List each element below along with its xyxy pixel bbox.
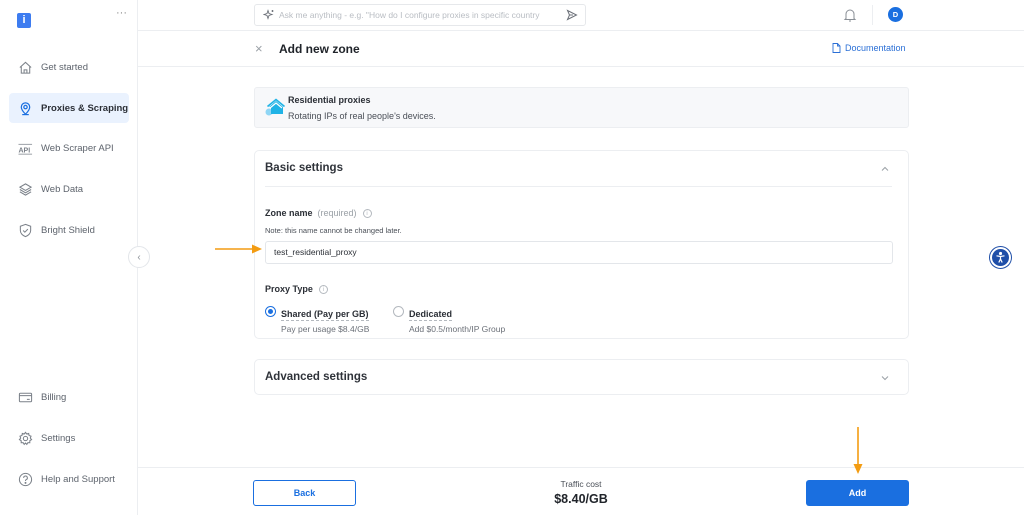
send-icon[interactable]: [566, 9, 578, 21]
api-icon: API: [17, 140, 33, 156]
info-icon[interactable]: i: [362, 208, 372, 218]
sidebar-item-label: Get started: [41, 61, 88, 73]
advanced-settings-title[interactable]: Advanced settings: [265, 371, 367, 383]
proxy-type-option-shared[interactable]: Shared (Pay per GB) Pay per usage $8.4/G…: [265, 304, 369, 334]
sidebar-item-proxies-scraping[interactable]: Proxies & Scraping: [9, 93, 129, 123]
sidebar-item-label: Proxies & Scraping: [41, 102, 129, 114]
documentation-link[interactable]: Documentation: [832, 43, 906, 53]
documentation-label: Documentation: [845, 43, 906, 53]
ai-ask-placeholder: Ask me anything - e.g. "How do I configu…: [279, 10, 540, 20]
sidebar-item-label: Settings: [41, 432, 76, 444]
product-description: Rotating IPs of real people's devices.: [288, 111, 436, 121]
basic-settings-title[interactable]: Basic settings: [265, 162, 343, 174]
more-options-icon[interactable]: ···: [116, 7, 127, 19]
sidebar-item-label: Web Data: [41, 183, 84, 195]
traffic-cost-label: Traffic cost: [560, 479, 602, 489]
sidebar-item-label: Bright Shield: [41, 224, 95, 236]
layers-icon: [17, 181, 33, 197]
sidebar: i ··· Get started Proxies & Scraping API…: [0, 0, 138, 515]
option-subtitle: Add $0.5/month/IP Group: [409, 324, 506, 334]
accessibility-button[interactable]: [990, 247, 1011, 268]
app-root: i ··· Get started Proxies & Scraping API…: [0, 0, 1024, 515]
sidebar-item-bright-shield[interactable]: Bright Shield: [9, 215, 129, 245]
residential-house-icon: [265, 98, 286, 116]
traffic-cost-value: $8.40/GB: [554, 492, 608, 506]
card-icon: [17, 389, 33, 405]
footer-bar: Back Traffic cost $8.40/GB Add: [138, 467, 1024, 515]
sidebar-item-web-data[interactable]: Web Data: [9, 174, 129, 204]
notifications-bell-icon[interactable]: [842, 7, 858, 23]
location-pin-icon: [17, 100, 33, 116]
gear-icon: [17, 430, 33, 446]
basic-settings-card: Basic settings Zone name (required) i No…: [254, 150, 909, 339]
sidebar-item-settings[interactable]: Settings: [9, 423, 129, 453]
question-icon: [17, 471, 33, 487]
advanced-settings-card[interactable]: Advanced settings: [254, 359, 909, 395]
page-header: × Add new zone Documentation: [138, 31, 1024, 67]
radio-shared[interactable]: [265, 306, 276, 317]
option-title: Shared (Pay per GB): [281, 309, 369, 321]
collapse-sidebar-button[interactable]: ‹: [128, 246, 150, 268]
divider: [265, 186, 892, 187]
ai-ask-input[interactable]: Ask me anything - e.g. "How do I configu…: [254, 4, 586, 26]
sidebar-item-web-scraper-api[interactable]: API Web Scraper API: [9, 133, 129, 163]
product-banner: Residential proxies Rotating IPs of real…: [254, 87, 909, 128]
accessibility-icon: [996, 251, 1005, 263]
option-title: Dedicated: [409, 309, 453, 321]
zone-name-note: Note: this name cannot be changed later.: [265, 226, 402, 235]
home-icon: [17, 59, 33, 75]
sparkle-icon: [263, 9, 274, 20]
chevron-up-icon[interactable]: [880, 164, 890, 174]
info-icon[interactable]: i: [318, 284, 328, 294]
add-button[interactable]: Add: [806, 480, 909, 506]
sidebar-item-label: Billing: [41, 391, 67, 403]
annotation-arrow-right-icon: [215, 244, 262, 254]
radio-dedicated[interactable]: [393, 306, 404, 317]
proxy-type-label: Proxy Type i: [265, 284, 328, 294]
sidebar-item-billing[interactable]: Billing: [9, 382, 129, 412]
back-button[interactable]: Back: [253, 480, 356, 506]
sidebar-item-help-support[interactable]: Help and Support: [9, 464, 129, 494]
option-subtitle: Pay per usage $8.4/GB: [281, 324, 370, 334]
zone-name-label-text: Zone name: [265, 208, 313, 218]
zone-name-input[interactable]: test_residential_proxy: [265, 241, 893, 264]
zone-name-label: Zone name (required) i: [265, 208, 372, 218]
shield-check-icon: [17, 222, 33, 238]
brand-logo-icon[interactable]: i: [17, 13, 31, 28]
sidebar-item-get-started[interactable]: Get started: [9, 52, 129, 82]
page-title: Add new zone: [279, 42, 360, 56]
sidebar-item-label: Web Scraper API: [41, 142, 114, 154]
chevron-down-icon[interactable]: [880, 373, 890, 383]
close-icon[interactable]: ×: [255, 42, 263, 55]
top-bar: Ask me anything - e.g. "How do I configu…: [138, 0, 1024, 31]
document-icon: [832, 43, 841, 53]
proxy-type-label-text: Proxy Type: [265, 284, 313, 294]
sidebar-item-label: Help and Support: [41, 473, 115, 485]
annotation-arrow-down-icon: [853, 427, 863, 474]
required-hint: (required): [317, 208, 357, 218]
chevron-left-icon: ‹: [137, 251, 141, 263]
topbar-divider: [872, 5, 873, 25]
product-name: Residential proxies: [288, 95, 371, 105]
proxy-type-option-dedicated[interactable]: Dedicated Add $0.5/month/IP Group: [393, 304, 505, 334]
user-avatar[interactable]: D: [888, 7, 903, 22]
svg-text:API: API: [18, 147, 30, 154]
